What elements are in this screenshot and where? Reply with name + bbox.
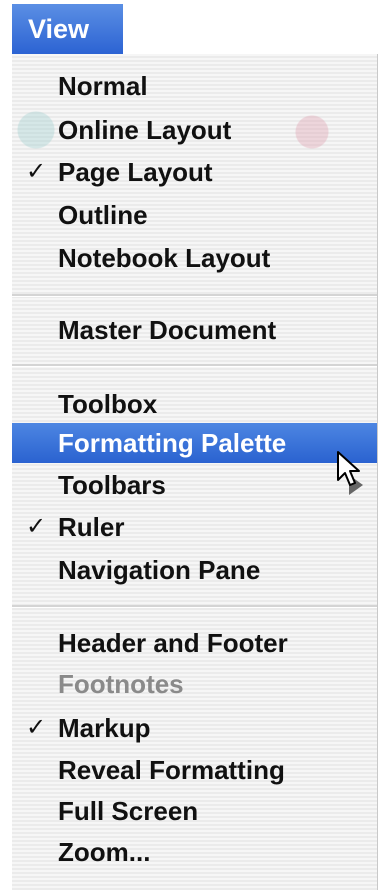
menu-item-label: Navigation Pane [58, 555, 261, 585]
menu-item-label: Footnotes [58, 669, 184, 699]
menu-item-full-screen[interactable]: Full Screen [12, 791, 377, 831]
menu-item-label: Page Layout [58, 157, 213, 187]
menu-item-ruler[interactable]: ✓ Ruler [12, 507, 377, 547]
menu-separator [12, 294, 377, 297]
view-menu-title[interactable]: View [12, 4, 123, 54]
menu-item-label: Markup [58, 713, 151, 743]
menu-item-toolbox[interactable]: Toolbox [12, 384, 377, 424]
menu-item-label: Notebook Layout [58, 243, 271, 273]
menu-item-label: Master Document [58, 315, 277, 345]
menu-item-label: Full Screen [58, 796, 199, 826]
menu-item-toolbars[interactable]: Toolbars [12, 465, 377, 505]
mouse-pointer-icon [337, 451, 360, 486]
menu-item-online-layout[interactable]: Online Layout [12, 110, 377, 150]
menu-item-formatting-palette[interactable]: Formatting Palette [12, 423, 377, 463]
menu-item-label: Online Layout [58, 115, 232, 145]
menu-item-label: Outline [58, 200, 148, 230]
menu-item-label: Normal [58, 71, 148, 101]
menu-item-notebook-layout[interactable]: Notebook Layout [12, 238, 377, 278]
view-menu-dropdown: Normal Online Layout ✓ Page Layout Outli… [12, 54, 378, 890]
checkmark-icon: ✓ [26, 513, 47, 540]
menu-item-label: Header and Footer [58, 628, 288, 658]
menu-item-label: Reveal Formatting [58, 755, 285, 785]
menu-item-header-and-footer[interactable]: Header and Footer [12, 623, 377, 663]
menu-item-page-layout[interactable]: ✓ Page Layout [12, 152, 377, 192]
checkmark-icon: ✓ [26, 714, 47, 741]
menu-item-label: Ruler [58, 512, 125, 542]
menu-item-markup[interactable]: ✓ Markup [12, 708, 377, 748]
menu-item-master-document[interactable]: Master Document [12, 310, 377, 350]
menu-item-zoom[interactable]: Zoom... [12, 832, 377, 872]
menu-separator [12, 605, 377, 608]
menu-item-label: Toolbars [58, 470, 166, 500]
menu-item-label: Formatting Palette [58, 428, 287, 458]
checkmark-icon: ✓ [26, 158, 47, 185]
menu-separator [12, 364, 377, 367]
menu-item-reveal-formatting[interactable]: Reveal Formatting [12, 750, 377, 790]
menu-item-footnotes: Footnotes [12, 664, 377, 704]
menu-item-navigation-pane[interactable]: Navigation Pane [12, 550, 377, 590]
menu-item-label: Toolbox [58, 389, 158, 419]
menu-item-normal[interactable]: Normal [12, 66, 377, 106]
menu-item-outline[interactable]: Outline [12, 195, 377, 235]
menu-item-label: Zoom... [58, 837, 151, 867]
